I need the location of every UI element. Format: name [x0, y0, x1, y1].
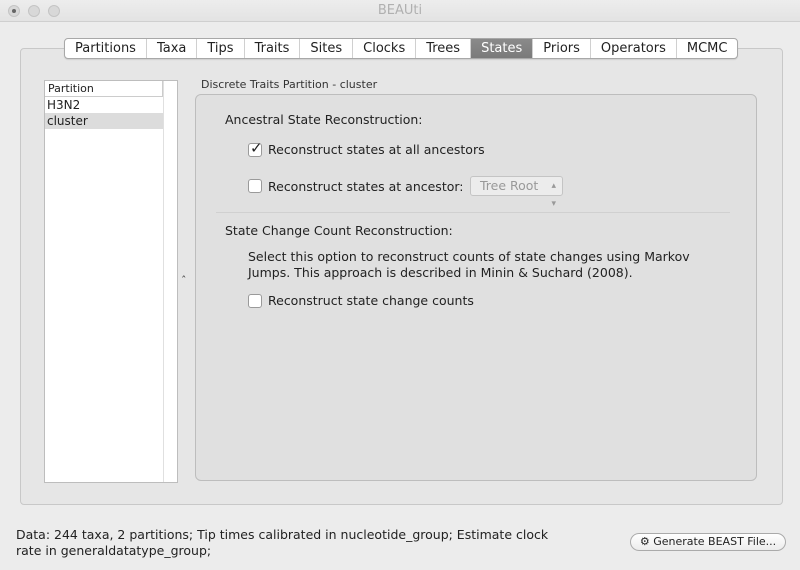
tab-partitions[interactable]: Partitions	[65, 39, 147, 58]
window-title: BEAUti	[377, 3, 423, 18]
tab-clocks[interactable]: Clocks	[353, 39, 417, 58]
tab-states[interactable]: States	[471, 39, 534, 58]
all-ancestors-label[interactable]: Reconstruct states at all ancestors	[268, 142, 485, 157]
at-ancestor-label[interactable]: Reconstruct states at ancestor:	[268, 179, 464, 194]
state-change-label[interactable]: Reconstruct state change counts	[268, 293, 474, 308]
tab-taxa[interactable]: Taxa	[147, 39, 198, 58]
split-pane-divider[interactable]: ˆ	[181, 274, 187, 287]
checkmark-icon: ✓	[250, 139, 263, 157]
description-line-1: Select this option to reconstruct counts…	[248, 249, 690, 264]
tab-bar: Partitions Taxa Tips Traits Sites Clocks…	[64, 38, 739, 59]
minimize-button[interactable]	[28, 5, 40, 17]
close-button[interactable]	[8, 5, 20, 17]
ancestral-heading: Ancestral State Reconstruction:	[225, 112, 423, 127]
partition-list: Partition H3N2 cluster	[44, 80, 178, 483]
tab-tips[interactable]: Tips	[197, 39, 245, 58]
description-line-2: Jumps. This approach is described in Min…	[248, 265, 633, 280]
ancestor-select[interactable]: Tree Root ▴ ▾	[470, 176, 563, 209]
list-column-divider	[163, 81, 164, 482]
states-panel: Ancestral State Reconstruction: ✓ Recons…	[195, 94, 757, 481]
updown-arrows-icon: ▴ ▾	[551, 181, 556, 209]
state-change-heading: State Change Count Reconstruction:	[225, 223, 453, 238]
tab-operators[interactable]: Operators	[591, 39, 677, 58]
tab-trees[interactable]: Trees	[416, 39, 472, 58]
status-text: Data: 244 taxa, 2 partitions; Tip times …	[16, 527, 576, 559]
title-bar: BEAUti	[0, 0, 800, 22]
tab-mcmc[interactable]: MCMC	[677, 39, 738, 58]
state-change-checkbox[interactable]	[248, 294, 262, 308]
partition-column-header[interactable]: Partition	[45, 81, 163, 97]
generate-button-label: Generate BEAST File...	[653, 535, 777, 548]
list-item-h3n2[interactable]: H3N2	[45, 97, 163, 113]
ancestor-select-value: Tree Root	[480, 178, 539, 193]
tab-traits[interactable]: Traits	[245, 39, 301, 58]
tab-sites[interactable]: Sites	[300, 39, 354, 58]
generate-beast-file-button[interactable]: ⚙ Generate BEAST File...	[630, 533, 786, 551]
partition-title: Discrete Traits Partition - cluster	[201, 78, 378, 91]
zoom-button[interactable]	[48, 5, 60, 17]
section-divider	[216, 212, 730, 213]
tab-priors[interactable]: Priors	[533, 39, 591, 58]
at-ancestor-checkbox[interactable]	[248, 179, 262, 193]
list-item-cluster[interactable]: cluster	[45, 113, 163, 129]
status-line-2: rate in generaldatatype_group;	[16, 543, 212, 558]
gear-icon: ⚙	[639, 535, 650, 548]
all-ancestors-checkbox[interactable]: ✓	[248, 139, 263, 157]
status-line-1: Data: 244 taxa, 2 partitions; Tip times …	[16, 527, 549, 542]
